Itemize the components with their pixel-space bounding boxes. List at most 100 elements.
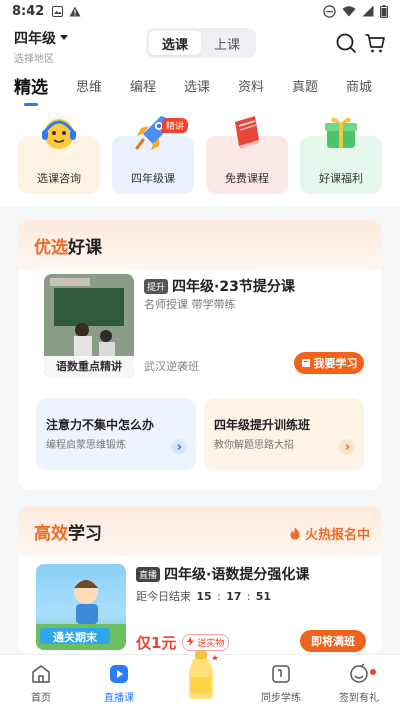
quick-benefits[interactable]: 好课福利 xyxy=(300,117,382,194)
countdown-hours: 15 xyxy=(196,589,212,603)
countdown-minutes: 17 xyxy=(226,589,242,603)
region-label: 选择地区 xyxy=(14,54,54,65)
book-icon xyxy=(301,359,310,367)
featured-courses-section: 优选 好课 语数重点精讲 提升 四年级·23节提分课 名师授课 带学带练 武汉逆… xyxy=(18,220,382,490)
nav-checkin-gift-label: 签到有礼 xyxy=(339,693,379,704)
segment-select-course[interactable]: 选课 xyxy=(149,31,201,55)
section-title-rest: 学习 xyxy=(68,523,102,544)
segment-attend-class[interactable]: 上课 xyxy=(201,31,253,55)
grade-label: 四年级 xyxy=(14,31,56,47)
thumbnail-caption: 语数重点精讲 xyxy=(44,356,134,378)
bottom-navigation: 首页 直播课 同步学练 签到有礼 xyxy=(0,651,400,710)
app-screen: 8:42 四年级 选择地区 选课 上课 精选 思维 编程 选课 资料 真题 商城… xyxy=(0,0,400,710)
nav-sync-practice-label: 同步学练 xyxy=(261,693,301,704)
live-course-title-row: 直播 四年级·语数提分强化课 xyxy=(136,564,309,584)
signal-icon xyxy=(362,5,374,17)
quick-benefits-label: 好课福利 xyxy=(319,172,363,185)
course-subtitle: 名师授课 带学带练 xyxy=(144,298,236,311)
tab-materials[interactable]: 资料 xyxy=(238,76,264,95)
course-title: 四年级·23节提分课 xyxy=(172,279,295,295)
nav-checkin-gift[interactable]: 签到有礼 xyxy=(324,663,394,704)
notification-icons xyxy=(52,5,81,17)
course-card[interactable]: 语数重点精讲 提升 四年级·23节提分课 名师授课 带学带练 武汉逆袭班 我要学… xyxy=(38,274,368,384)
live-course-thumbnail: 通关期末 xyxy=(36,564,126,650)
tab-thinking[interactable]: 思维 xyxy=(76,76,102,95)
notification-dot xyxy=(370,669,376,675)
search-icon[interactable] xyxy=(335,32,357,54)
nav-center-mascot[interactable] xyxy=(166,649,236,701)
fire-icon xyxy=(290,527,300,540)
home-icon xyxy=(32,665,50,683)
gift-box-icon xyxy=(325,117,357,148)
checkin-icon xyxy=(350,663,368,683)
quick-categories: 选课咨询 精讲 四年级课 免费课程 好课福利 xyxy=(0,106,400,206)
app-header: 四年级 选择地区 选课 上课 xyxy=(0,22,400,65)
practice-book-icon xyxy=(272,665,290,683)
hot-enrollment: 火热报名中 xyxy=(289,524,370,543)
tab-mall[interactable]: 商城 xyxy=(346,76,372,95)
mini-subtitle: 编程启蒙思维锻炼 xyxy=(46,440,126,451)
nav-home[interactable]: 首页 xyxy=(6,663,76,704)
tab-programming[interactable]: 编程 xyxy=(130,76,156,95)
nav-live-course-label: 直播课 xyxy=(104,693,134,704)
live-tag: 直播 xyxy=(136,566,161,582)
nav-live-course[interactable]: 直播课 xyxy=(84,663,154,704)
section-title-accent: 高效 xyxy=(34,523,68,544)
countdown: 距今日结束 15: 17: 51 xyxy=(136,588,273,604)
almost-full-button[interactable]: 即将满班 xyxy=(300,630,366,652)
course-class-name: 武汉逆袭班 xyxy=(144,360,199,373)
section-title-rest: 好课 xyxy=(68,237,102,258)
bottle-mascot-icon xyxy=(189,651,218,699)
countdown-seconds: 51 xyxy=(255,589,272,603)
mini-course-training[interactable]: 四年级提升训练班 教你解题思路大招 xyxy=(204,398,364,470)
wifi-icon xyxy=(342,6,356,17)
do-not-disturb-icon xyxy=(323,4,336,18)
play-icon xyxy=(110,665,128,683)
efficient-learning-section: 高效 学习 火热报名中 通关期末 直播 四年级·语数提分强化课 距今日结束 15… xyxy=(18,506,382,654)
warning-icon xyxy=(69,6,81,16)
nav-home-label: 首页 xyxy=(31,693,51,704)
live-course-card[interactable]: 通关期末 直播 四年级·语数提分强化课 距今日结束 15: 17: 51 仅1元… xyxy=(36,558,366,654)
status-bar: 8:42 xyxy=(0,0,400,22)
tab-past-papers[interactable]: 真题 xyxy=(292,76,318,95)
countdown-label: 距今日结束 xyxy=(136,590,191,603)
nav-sync-practice[interactable]: 同步学练 xyxy=(246,663,316,704)
gallery-notification-icon xyxy=(52,5,64,17)
quick-badge: 精讲 xyxy=(161,118,188,133)
quick-free-course[interactable]: 免费课程 xyxy=(206,116,288,194)
hot-label: 火热报名中 xyxy=(304,528,370,543)
learn-button[interactable]: 我要学习 xyxy=(294,352,364,374)
tab-courses[interactable]: 选课 xyxy=(184,76,210,95)
live-course-title: 四年级·语数提分强化课 xyxy=(164,567,310,583)
course-title-row: 提升 四年级·23节提分课 xyxy=(144,276,295,296)
learn-button-label: 我要学习 xyxy=(313,357,358,370)
status-time: 8:42 xyxy=(12,3,45,19)
chevron-right-icon xyxy=(340,440,354,454)
category-tabs: 精选 思维 编程 选课 资料 真题 商城 xyxy=(0,64,400,106)
gift-label: 送实物 xyxy=(197,639,225,649)
quick-free-course-label: 免费课程 xyxy=(225,172,269,185)
lightning-icon xyxy=(187,637,195,646)
quick-grade-course[interactable]: 精讲 四年级课 xyxy=(112,116,194,194)
section-title: 优选 好课 xyxy=(18,220,382,270)
cartoon-kid-image: 通关期末 xyxy=(36,580,126,650)
thumbnail-text: 通关期末 xyxy=(53,630,98,644)
caret-down-icon xyxy=(60,35,68,40)
quick-grade-course-label: 四年级课 xyxy=(131,172,175,185)
course-thumbnail: 语数重点精讲 xyxy=(44,274,134,378)
mini-title: 注意力不集中怎么办 xyxy=(46,418,155,432)
mode-segment-control: 选课 上课 xyxy=(146,28,256,58)
mini-subtitle: 教你解题思路大招 xyxy=(214,440,294,451)
course-tag: 提升 xyxy=(144,278,169,294)
cart-icon[interactable] xyxy=(364,32,386,54)
mini-course-attention[interactable]: 注意力不集中怎么办 编程启蒙思维锻炼 xyxy=(36,398,196,470)
quick-consult-label: 选课咨询 xyxy=(37,172,81,185)
headset-mascot-icon xyxy=(42,119,76,149)
book-icon xyxy=(235,116,260,149)
tab-featured[interactable]: 精选 xyxy=(14,73,48,106)
quick-consult[interactable]: 选课咨询 xyxy=(18,119,100,194)
grade-selector[interactable]: 四年级 选择地区 xyxy=(14,28,68,65)
section-title-accent: 优选 xyxy=(34,237,68,258)
chevron-right-icon xyxy=(172,440,186,454)
system-icons xyxy=(323,4,388,18)
